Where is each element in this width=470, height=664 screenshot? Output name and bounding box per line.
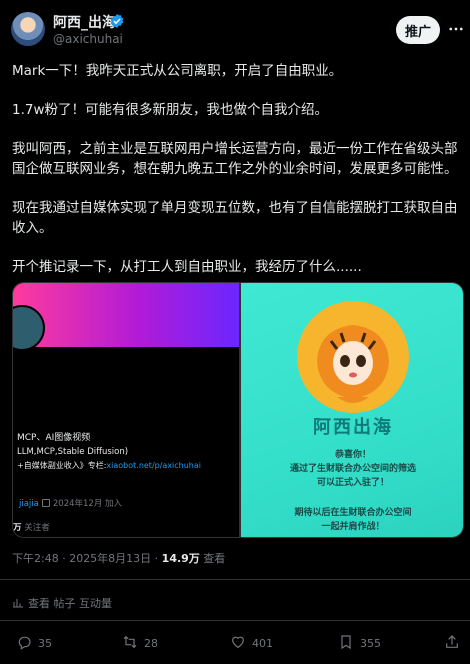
bookmark-count: 355 bbox=[360, 637, 381, 650]
analytics-icon bbox=[13, 599, 23, 608]
reply-count: 35 bbox=[38, 637, 52, 650]
heart-icon bbox=[232, 636, 244, 649]
repost-icon bbox=[123, 635, 137, 649]
like-count: 401 bbox=[252, 637, 273, 650]
view-engagement-link[interactable]: 查看 帖子 互动量 bbox=[12, 595, 112, 611]
bio-link: xiaobot.net/p/axichuhai bbox=[106, 461, 202, 470]
profile-bio: MCP、AI图像视频 LLM,MCP,Stable Diffusion) +自媒… bbox=[17, 431, 247, 473]
post-media[interactable]: MCP、AI图像视频 LLM,MCP,Stable Diffusion) +自媒… bbox=[12, 282, 464, 538]
certificate-title: 阿西出海 bbox=[313, 417, 393, 438]
post-paragraph: Mark一下！我昨天正式从公司离职，开启了自由职业。 bbox=[12, 63, 343, 79]
certificate-line: 恭喜你！ bbox=[334, 450, 371, 460]
profile-banner bbox=[13, 283, 239, 347]
repost-button[interactable]: 28 bbox=[122, 634, 158, 650]
insights-label: 查看 帖子 互动量 bbox=[28, 597, 112, 610]
post-header: 阿西_出海 @axichuhai 推广 bbox=[0, 0, 470, 58]
bookmark-icon bbox=[341, 635, 351, 650]
divider bbox=[0, 579, 470, 580]
views-label: 查看 bbox=[199, 552, 226, 565]
promote-button[interactable]: 推广 bbox=[396, 16, 440, 44]
post-time[interactable]: 下午2:48 · 2025年8月13日 · bbox=[12, 552, 162, 565]
certificate-line: 期待以后在生财联合办公空间 bbox=[294, 508, 412, 518]
author-name[interactable]: 阿西_出海 bbox=[53, 12, 116, 32]
reply-icon bbox=[18, 636, 31, 650]
bio-line-prefix: +自媒体副业收入》专栏: bbox=[17, 461, 107, 470]
post-timestamp: 下午2:48 · 2025年8月13日 · 14.9万 查看 bbox=[12, 550, 225, 566]
author-handle[interactable]: @axichuhai bbox=[53, 32, 123, 46]
like-button[interactable]: 401 bbox=[230, 634, 273, 650]
share-button[interactable] bbox=[444, 634, 466, 650]
certificate-line: 通过了生财联合办公空间的筛选 bbox=[289, 464, 416, 474]
reply-button[interactable]: 35 bbox=[16, 634, 52, 650]
bookmark-button[interactable]: 355 bbox=[338, 634, 381, 650]
post-text: Mark一下！我昨天正式从公司离职，开启了自由职业。 1.7w粉了！可能有很多新… bbox=[12, 61, 460, 296]
post-paragraph: 现在我通过自媒体实现了单月变现五位数，也有了自信能摆脱打工获取自由收入。 bbox=[12, 200, 458, 236]
repost-count: 28 bbox=[144, 637, 158, 650]
verified-badge-icon bbox=[110, 14, 124, 28]
views-count: 14.9万 bbox=[161, 552, 200, 565]
calendar-icon bbox=[41, 499, 50, 507]
followers-count: 万 bbox=[13, 523, 22, 533]
profile-joined: 2024年12月 加入 bbox=[52, 499, 123, 509]
certificate-line: 可以正式入驻了！ bbox=[316, 478, 389, 488]
followers-label: 关注者 bbox=[24, 523, 50, 533]
bio-line: LLM,MCP,Stable Diffusion) bbox=[17, 447, 129, 457]
profile-meta: jiajia 2024年12月 加入 bbox=[19, 497, 122, 509]
share-icon bbox=[446, 635, 458, 648]
bio-line: MCP、AI图像视频 bbox=[17, 433, 91, 443]
post-paragraph: 开个推记录一下，从打工人到自由职业，我经历了什么...... bbox=[12, 259, 362, 275]
action-bar: 35 28 401 355 bbox=[0, 630, 470, 654]
profile-followers: 万 关注者 bbox=[13, 521, 50, 533]
bio-line: +自媒体副业收入》专栏:xiaobot.net/p/axichuhai bbox=[17, 459, 247, 473]
media-image-certificate[interactable]: 阿西出海 恭喜你！ 通过了生财联合办公空间的筛选 可以正式入驻了！ 期待以后在生… bbox=[241, 283, 463, 537]
post-paragraph: 我叫阿西，之前主业是互联网用户增长运营方向，最近一份工作在省级头部国企做互联网业… bbox=[12, 141, 458, 177]
more-options-icon[interactable] bbox=[447, 20, 465, 38]
avatar[interactable] bbox=[11, 12, 45, 46]
tiger-mascot-icon bbox=[297, 301, 409, 413]
divider bbox=[0, 620, 470, 621]
certificate-line: 一起并肩作战！ bbox=[321, 522, 385, 532]
media-image-profile-screenshot[interactable]: MCP、AI图像视频 LLM,MCP,Stable Diffusion) +自媒… bbox=[13, 283, 239, 537]
post-paragraph: 1.7w粉了！可能有很多新朋友，我也做个自我介绍。 bbox=[12, 102, 329, 118]
profile-meta-user: jiajia bbox=[19, 499, 39, 509]
